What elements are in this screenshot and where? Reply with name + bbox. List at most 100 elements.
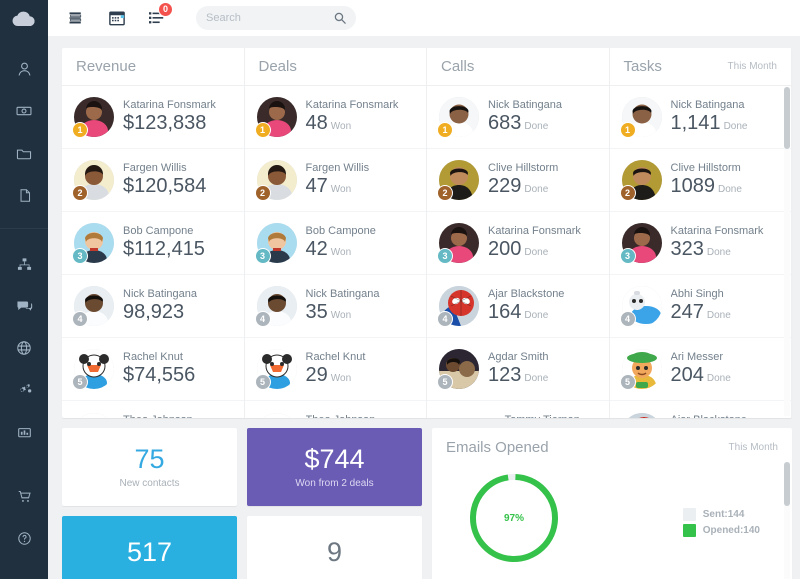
row-value: 35 Won [306, 300, 415, 325]
table-row[interactable]: 4 Ajar Blackstone 164 Done [427, 275, 609, 338]
avatar-wrap: 3 [254, 223, 297, 264]
table-row[interactable]: 2 Clive Hillstorm 229 Done [427, 149, 609, 212]
person-name: Katarina Fonsmark [305, 98, 399, 111]
notification-badge: 0 [158, 2, 173, 17]
value-unit: Done [706, 372, 731, 384]
sidebar-item-reports[interactable] [0, 411, 48, 453]
legend-swatch [682, 524, 696, 537]
value-unit: Won [330, 246, 352, 258]
row-info: Katarina Fonsmark 323 Done [671, 225, 780, 262]
column-title: Calls [441, 58, 475, 75]
table-row[interactable]: 1 Nick Batingana 1,141 Done [609, 86, 791, 149]
notifications-button[interactable]: 0 [142, 2, 173, 33]
sidebar-item-documents[interactable] [0, 174, 48, 216]
rank-badge: 2 [437, 185, 453, 201]
table-row[interactable]: 5 Rachel Knut 29 Won [244, 338, 426, 401]
rank-badge: 4 [437, 311, 453, 327]
table-row[interactable]: 2 Fargen Willis $120,584 [62, 149, 244, 212]
avatar-wrap: 1 [619, 97, 662, 138]
sidebar-group-primary [0, 36, 48, 216]
table-row[interactable]: 2 Clive Hillstorm 1089 Done [609, 149, 791, 212]
scrollbar-thumb[interactable] [784, 462, 790, 506]
column-body[interactable]: 1 Nick Batingana 1,141 Done 2 Clive Hill… [609, 86, 792, 418]
value-text: 229 [488, 174, 522, 197]
column-body[interactable]: 1 Katarina Fonsmark 48 Won 2 Fargen Will… [244, 86, 427, 418]
scrollbar-thumb[interactable] [784, 87, 790, 149]
sidebar-item-deals[interactable] [0, 90, 48, 132]
search-input[interactable] [206, 12, 334, 24]
table-row[interactable]: 1 Katarina Fonsmark $123,838 [62, 86, 244, 149]
emails-opened-panel: Emails Opened This Month 97% Sent:144 Op… [432, 428, 792, 579]
tasks-list-button[interactable] [62, 3, 92, 33]
table-row[interactable]: 5 Ari Messer 204 Done [609, 338, 791, 401]
table-row[interactable]: 3 Katarina Fonsmark 323 Done [609, 212, 791, 275]
sidebar-item-store[interactable] [0, 475, 48, 517]
app-logo[interactable] [0, 0, 48, 36]
rank-badge: 1 [619, 122, 636, 138]
table-row[interactable]: 1 Nick Batingana 683 Done [427, 86, 609, 149]
person-name: Bob Campone [305, 224, 376, 237]
row-value: 164 Done [488, 300, 597, 325]
person-name: Theo Johnson [306, 414, 415, 418]
avatar [256, 412, 297, 418]
sidebar-item-messages[interactable] [0, 285, 48, 327]
emails-scrollbar[interactable] [784, 462, 790, 579]
sidebar-item-organization[interactable] [0, 243, 48, 285]
table-row[interactable]: 4 Abhi Singh 247 Done [609, 275, 791, 338]
rank-badge: 4 [619, 311, 636, 327]
value-text: 123 [488, 363, 522, 386]
avatar [621, 412, 662, 418]
rank-badge: 2 [72, 185, 88, 201]
sidebar-item-files[interactable] [0, 132, 48, 174]
table-row[interactable]: 2 Fargen Willis 47 Won [244, 149, 426, 212]
row-info: Nick Batingana 98,923 [123, 288, 232, 325]
table-row[interactable]: 3 Katarina Fonsmark 200 Done [427, 212, 609, 275]
list-indent-icon [69, 11, 81, 23]
table-row[interactable]: 6 Ajar Blackstone [610, 401, 792, 418]
search-box[interactable] [196, 6, 356, 30]
sidebar-item-web[interactable] [0, 327, 48, 369]
person-name: Abhi Singh [670, 287, 724, 300]
stat-card-calls-made[interactable]: 517 [62, 516, 237, 579]
table-row[interactable]: 6 Theo Johnson [245, 401, 427, 418]
value-unit: Won [330, 183, 352, 195]
stat-card-deals-open[interactable]: 9 [247, 516, 422, 579]
topbar: 0 [48, 0, 800, 36]
column-body[interactable]: 1 Katarina Fonsmark $123,838 2 Fargen Wi… [62, 86, 244, 418]
cloud-icon [12, 11, 35, 26]
calendar-button[interactable] [102, 3, 132, 33]
sidebar-item-help[interactable] [0, 517, 48, 559]
sidebar-item-contacts[interactable] [0, 48, 48, 90]
leaderboard-scrollbar[interactable] [784, 87, 790, 416]
legend-label: Opened:140 [702, 525, 760, 536]
leaderboard-column-calls: Calls 1 Nick Batingana 683 Done 2 Clive … [427, 48, 610, 418]
table-row[interactable]: 6 Theo Johnson [62, 401, 244, 418]
table-row[interactable]: 5 Rachel Knut $74,556 [62, 338, 244, 401]
table-row[interactable]: 5 Agdar Smith 123 Done [427, 338, 609, 401]
avatar-wrap: 6 [74, 412, 114, 418]
table-row[interactable]: 4 Nick Batingana 35 Won [244, 275, 426, 338]
table-row[interactable]: Tommy Tiernan [427, 401, 609, 418]
bottom-section: 75 New contacts $744 Won from 2 deals 51… [62, 428, 792, 579]
table-row[interactable]: 1 Katarina Fonsmark 48 Won [244, 86, 426, 149]
row-value: $120,584 [123, 174, 232, 199]
table-row[interactable]: 4 Nick Batingana 98,923 [62, 275, 244, 338]
avatar-wrap: 3 [437, 223, 479, 264]
sidebar-item-settings[interactable] [0, 369, 48, 411]
stat-card-grid: 75 New contacts $744 Won from 2 deals 51… [62, 428, 422, 579]
sidebar-group-secondary [0, 228, 48, 453]
column-body[interactable]: 1 Nick Batingana 683 Done 2 Clive Hillst… [427, 86, 609, 418]
bar-chart-icon [17, 427, 31, 437]
table-row[interactable]: 3 Bob Campone 42 Won [244, 212, 426, 275]
person-name: Nick Batingana [488, 98, 562, 111]
sidebar [0, 0, 48, 579]
search-icon[interactable] [334, 12, 346, 24]
stat-card-won-amount[interactable]: $744 Won from 2 deals [247, 428, 422, 506]
table-row[interactable]: 3 Bob Campone $112,415 [62, 212, 244, 275]
legend-swatch [682, 508, 696, 521]
stat-card-new-contacts[interactable]: 75 New contacts [62, 428, 237, 506]
avatar-wrap: 3 [619, 223, 662, 264]
value-text: 204 [670, 363, 704, 386]
rank-badge: 5 [72, 374, 88, 390]
row-value: 47 Won [306, 174, 415, 199]
